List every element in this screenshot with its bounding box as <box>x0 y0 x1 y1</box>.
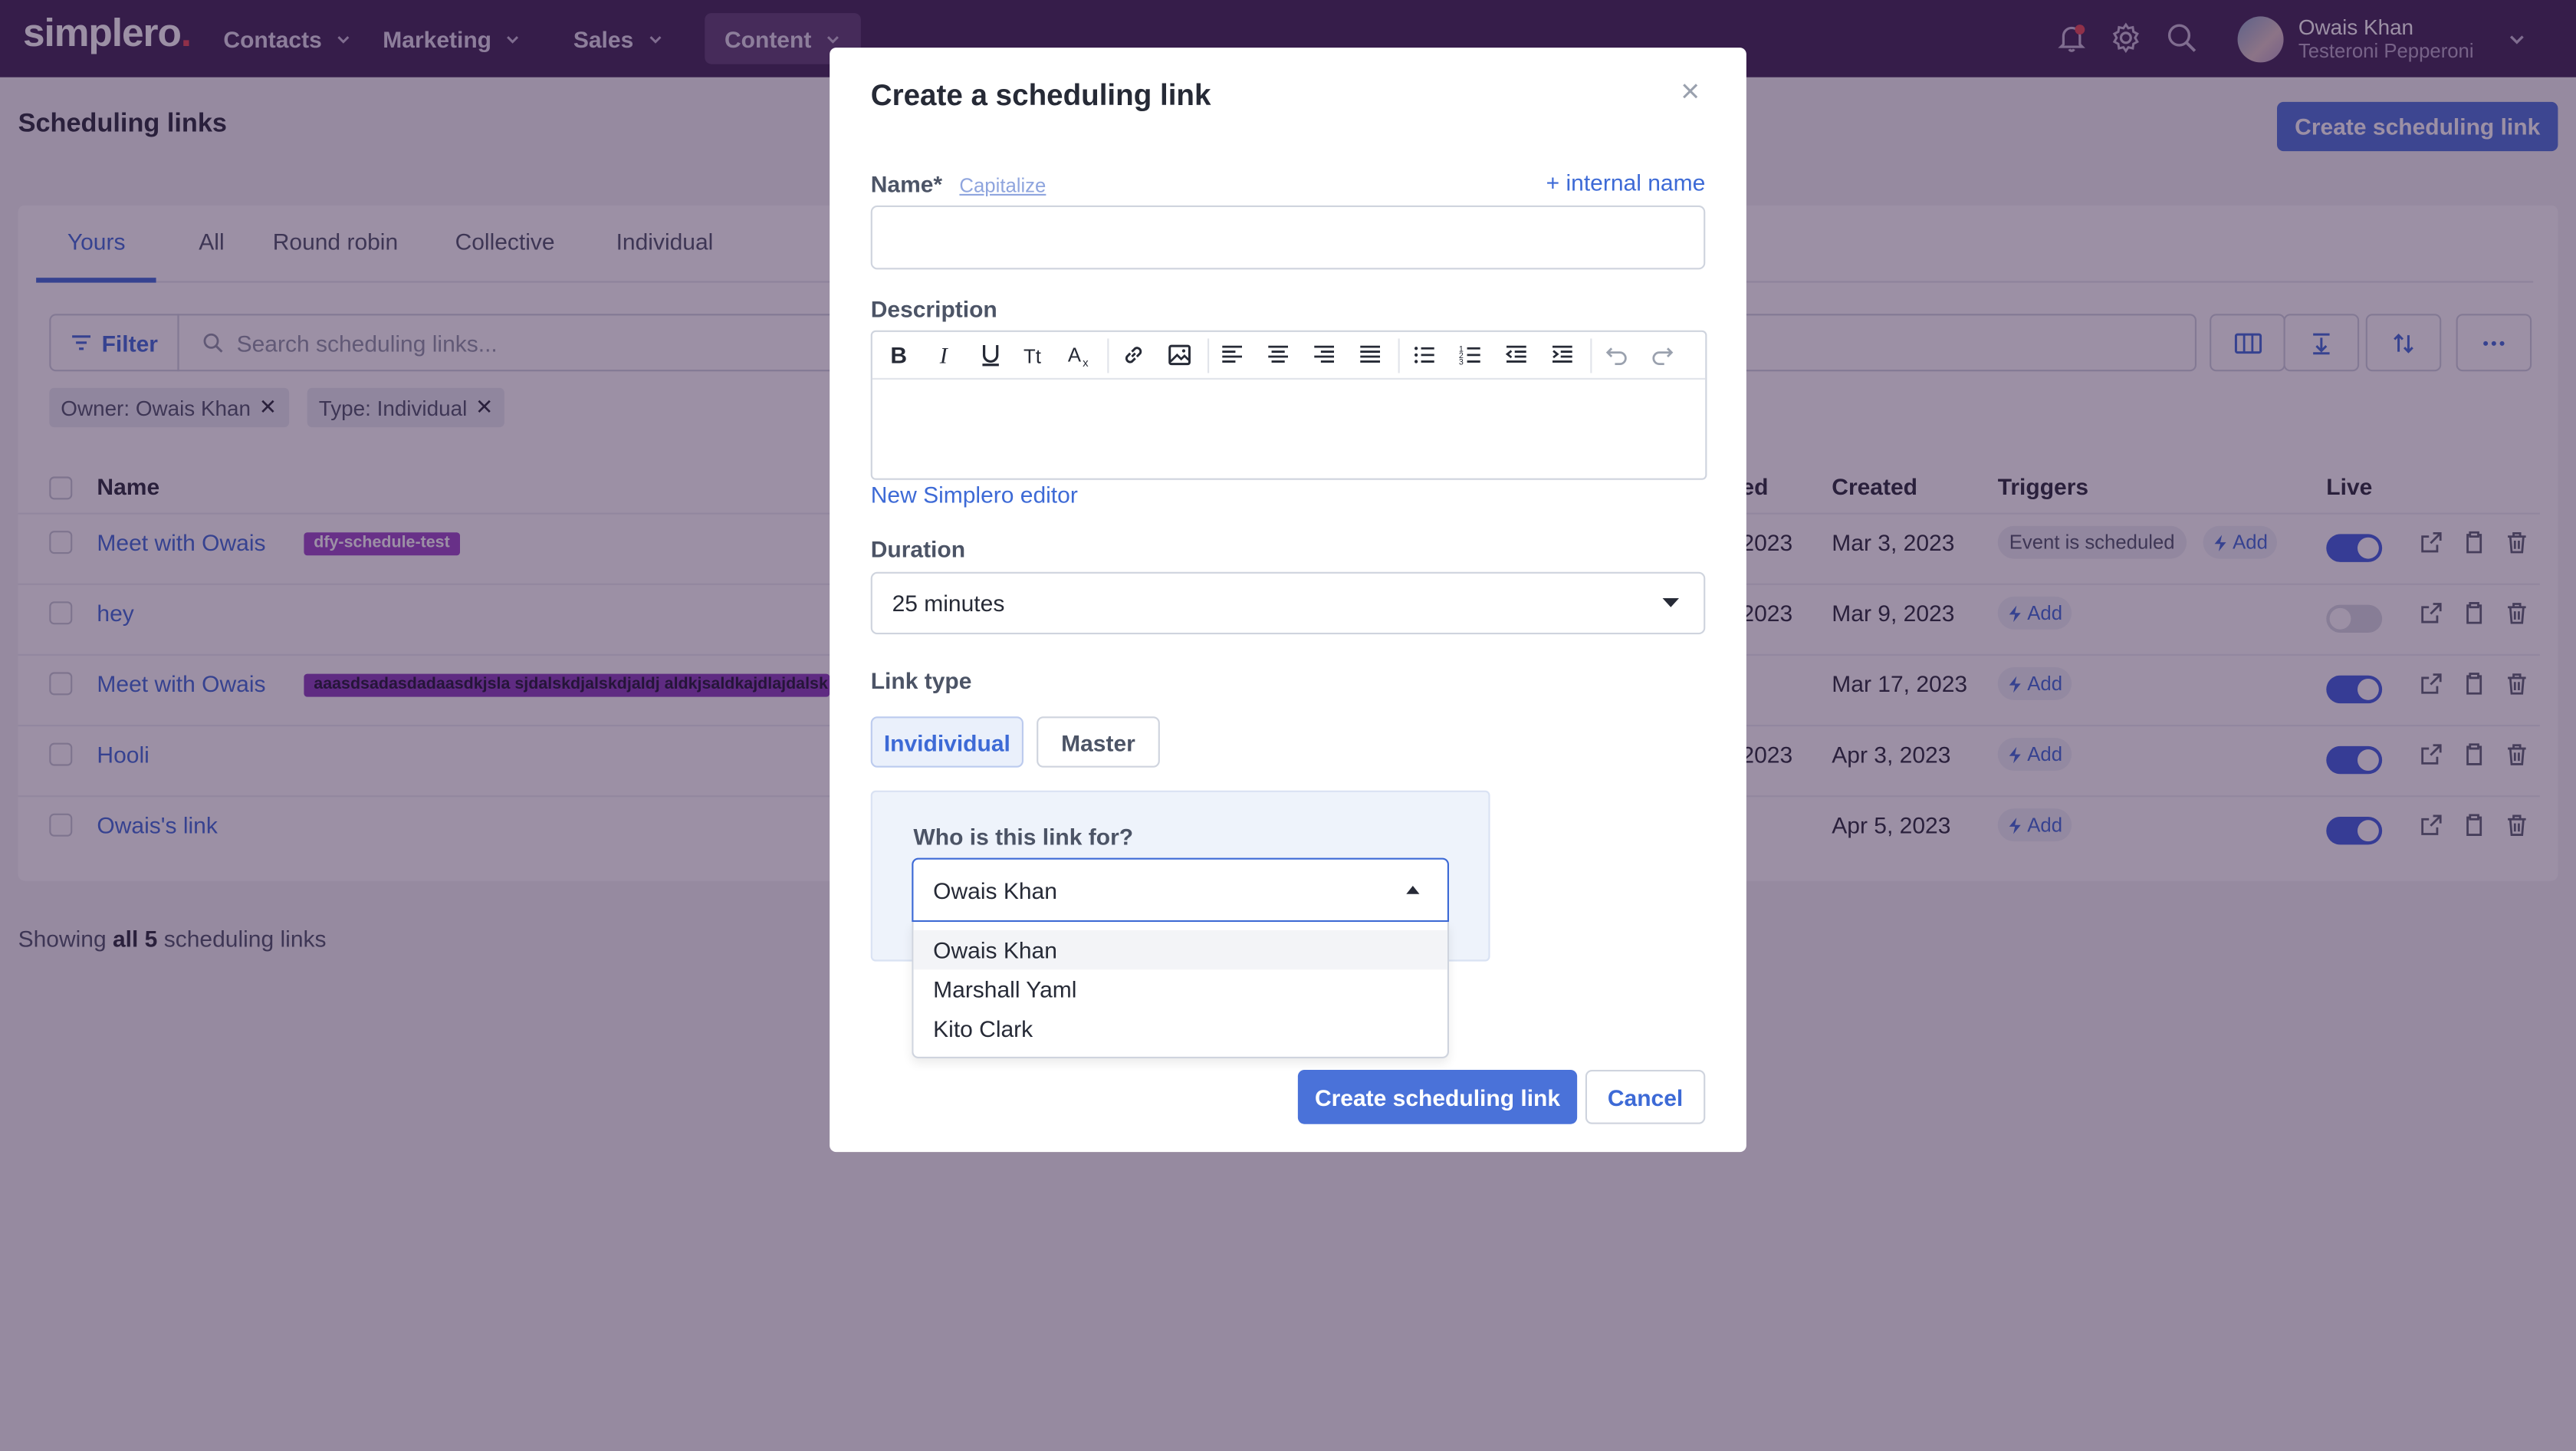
svg-text:I: I <box>939 344 949 367</box>
svg-text:Tt: Tt <box>1024 347 1041 367</box>
who-label: Who is this link for? <box>913 823 1134 850</box>
caret-up-icon <box>1406 886 1420 894</box>
toolbar-divider <box>1590 338 1592 373</box>
outdent-icon[interactable] <box>1505 344 1528 367</box>
owner-option[interactable]: Marshall Yaml <box>913 969 1447 1008</box>
svg-text:A: A <box>1068 344 1082 366</box>
image-icon[interactable] <box>1168 344 1191 367</box>
bullet-list-icon[interactable] <box>1413 344 1436 367</box>
name-label: Name* <box>870 170 943 198</box>
submit-button[interactable]: Create scheduling link <box>1297 1070 1578 1124</box>
capitalize-link[interactable]: Capitalize <box>959 174 1046 197</box>
bold-icon[interactable]: B <box>887 344 910 367</box>
toolbar-divider <box>1398 338 1400 373</box>
font-size-icon[interactable]: Tt <box>1024 344 1046 367</box>
numbered-list-icon[interactable]: 123 <box>1459 344 1482 367</box>
description-label: Description <box>870 295 997 322</box>
owner-select-value: Owais Khan <box>933 877 1057 903</box>
close-icon[interactable]: × <box>1681 74 1700 111</box>
duration-select[interactable]: 25 minutes <box>870 571 1706 635</box>
redo-icon[interactable] <box>1651 344 1674 367</box>
underline-icon[interactable] <box>979 344 1002 367</box>
svg-text:B: B <box>890 344 907 367</box>
align-right-icon[interactable] <box>1313 344 1336 367</box>
cancel-button[interactable]: Cancel <box>1585 1070 1706 1124</box>
create-scheduling-link-modal: Create a scheduling link × Name* Capital… <box>830 48 1746 1153</box>
name-field[interactable] <box>870 205 1706 270</box>
italic-icon[interactable]: I <box>933 344 956 367</box>
toolbar-divider <box>1208 338 1210 373</box>
svg-text:x: x <box>1083 357 1089 367</box>
link-icon[interactable] <box>1122 344 1145 367</box>
svg-text:3: 3 <box>1459 358 1464 367</box>
description-editor[interactable]: B I Tt Ax 123 <box>870 330 1707 480</box>
app-page: simplero. Contacts Marketing Sales Conte… <box>0 0 2576 1451</box>
owner-dropdown: Owais Khan Marshall Yaml Kito Clark <box>912 922 1449 1058</box>
toolbar-divider <box>1107 338 1109 373</box>
owner-option[interactable]: Owais Khan <box>913 929 1447 970</box>
undo-icon[interactable] <box>1605 344 1628 367</box>
align-center-icon[interactable] <box>1267 344 1290 367</box>
internal-name-link[interactable]: + internal name <box>1546 169 1706 196</box>
indent-icon[interactable] <box>1551 344 1574 367</box>
align-left-icon[interactable] <box>1221 344 1244 367</box>
new-editor-link[interactable]: New Simplero editor <box>871 482 1078 508</box>
editor-toolbar: B I Tt Ax 123 <box>872 332 1706 380</box>
owner-select[interactable]: Owais Khan <box>912 857 1449 923</box>
link-type-individual[interactable]: Invidividual <box>870 716 1024 768</box>
owner-option[interactable]: Kito Clark <box>913 1009 1447 1048</box>
duration-label: Duration <box>870 535 966 562</box>
link-type-label: Link type <box>870 667 972 694</box>
caret-down-icon <box>1662 598 1679 607</box>
clear-format-icon[interactable]: Ax <box>1068 344 1091 367</box>
align-justify-icon[interactable] <box>1359 344 1382 367</box>
link-type-master[interactable]: Master <box>1037 716 1160 768</box>
duration-value: 25 minutes <box>892 590 1005 617</box>
modal-title: Create a scheduling link <box>870 78 1211 112</box>
